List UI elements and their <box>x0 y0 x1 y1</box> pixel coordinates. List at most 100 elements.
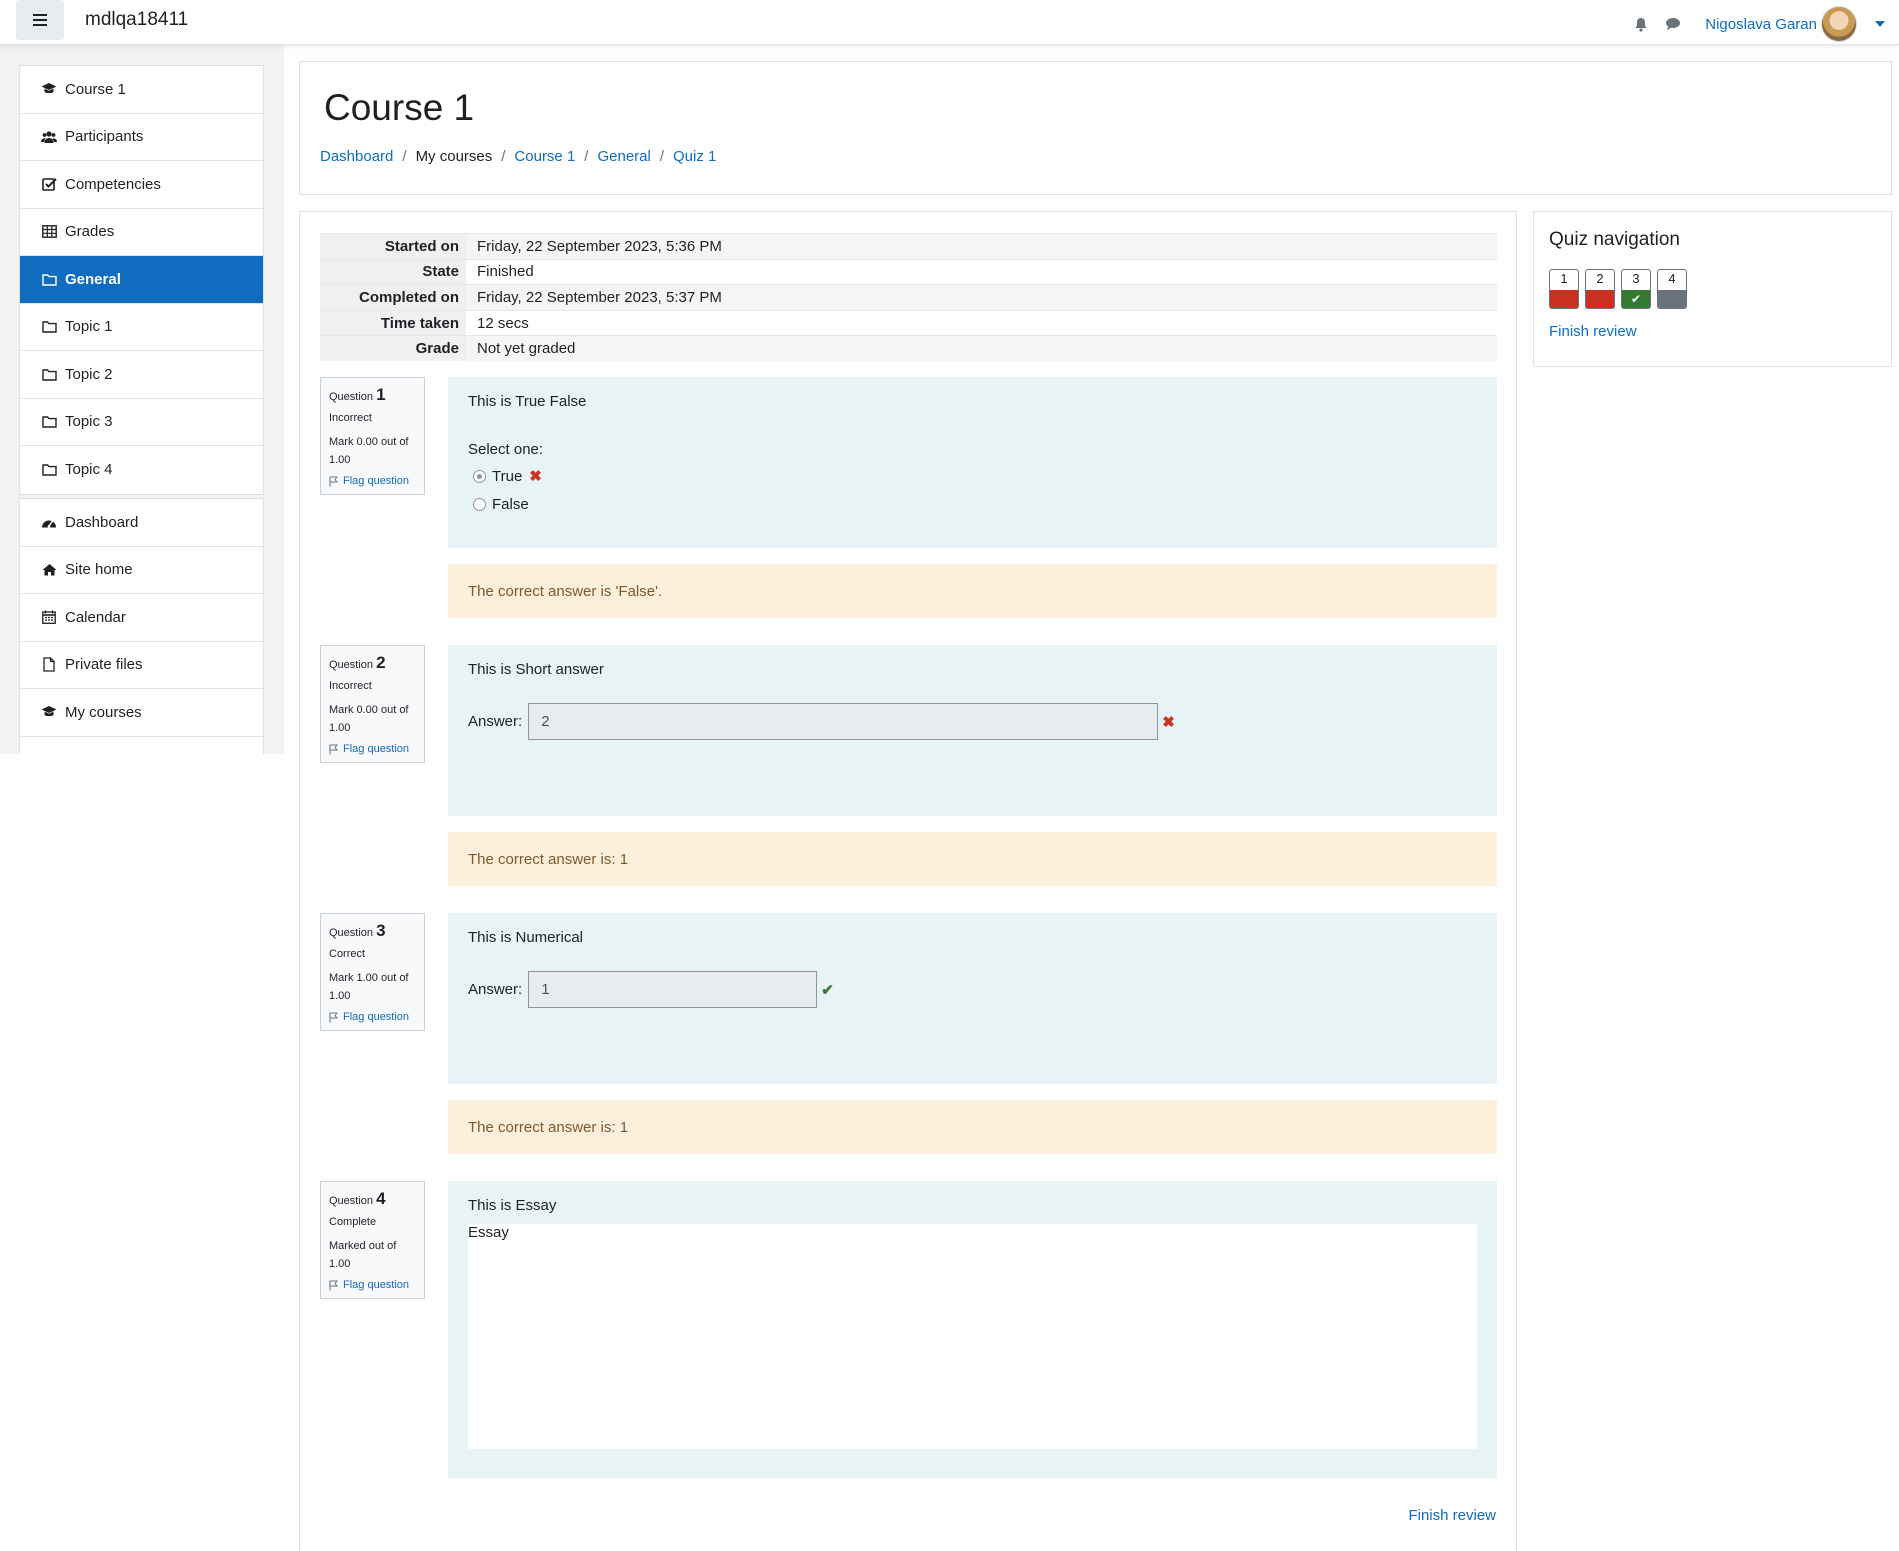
summary-label: Completed on <box>320 284 466 311</box>
incorrect-status-bar <box>1586 290 1614 308</box>
flag-question-link[interactable]: Flag question <box>329 475 416 487</box>
breadcrumb-section[interactable]: General <box>597 148 650 165</box>
chevron-down-icon[interactable] <box>1875 21 1885 27</box>
flag-question-link[interactable]: Flag question <box>329 1011 416 1023</box>
nav-item-grades[interactable]: Grades <box>20 209 263 256</box>
quiz-nav-button-1[interactable]: 1 <box>1549 269 1579 309</box>
quiz-navigation-buttons: 1 2 3 ✔ 4 <box>1549 269 1693 309</box>
radio-true[interactable] <box>473 469 486 483</box>
nav-item-general[interactable]: General <box>20 256 263 304</box>
answer-row: Answer: 2 ✖ <box>468 703 1477 740</box>
quiz-nav-button-2[interactable]: 2 <box>1585 269 1615 309</box>
nav-item-label: Participants <box>65 128 144 146</box>
nav-item-topic-1[interactable]: Topic 1 <box>20 304 263 351</box>
nav-item-topic-4[interactable]: Topic 4 <box>20 446 263 494</box>
nav-item-label: General <box>65 270 121 288</box>
question-formulation-1: This is True False Select one: True ✖ Fa… <box>448 377 1497 548</box>
nav-item-label: Topic 2 <box>65 365 113 383</box>
incorrect-status-bar <box>1550 290 1578 308</box>
question-text: This is Numerical <box>468 929 584 946</box>
option-label: True <box>492 467 523 485</box>
question-number: Question 3 <box>329 921 386 940</box>
radio-false[interactable] <box>473 498 486 511</box>
attempt-summary-table: Started on Friday, 22 September 2023, 5:3… <box>320 233 1497 362</box>
bell-icon[interactable] <box>1633 16 1649 32</box>
summary-label: State <box>320 258 466 285</box>
quiz-review-region: Started on Friday, 22 September 2023, 5:3… <box>299 211 1517 1551</box>
graduation-cap-icon <box>41 704 57 720</box>
file-icon <box>41 657 57 673</box>
checkbox-icon <box>41 176 57 192</box>
user-name-link[interactable]: Nigoslava Garan <box>1705 16 1817 33</box>
site-name[interactable]: mdlqa18411 <box>85 9 188 31</box>
nav-item-site-home[interactable]: Site home <box>20 547 263 594</box>
nav-item-topic-3[interactable]: Topic 3 <box>20 399 263 446</box>
incorrect-icon: ✖ <box>529 468 542 485</box>
question-info-4: Question 4 Complete Marked out of 1.00 F… <box>320 1181 425 1299</box>
nav-item-label: Calendar <box>65 608 126 626</box>
nav-item-private-files[interactable]: Private files <box>20 642 263 689</box>
question-text: This is Essay <box>468 1197 557 1214</box>
summary-label: Started on <box>320 233 466 260</box>
nav-item-topic-2[interactable]: Topic 2 <box>20 351 263 399</box>
finish-review-link[interactable]: Finish review <box>1408 1507 1496 1524</box>
answer-option-false[interactable]: False <box>468 496 1477 513</box>
quiz-nav-button-4[interactable]: 4 <box>1657 269 1687 309</box>
question-number: Question 4 <box>329 1189 386 1208</box>
answer-label: Answer: <box>468 981 523 998</box>
nav-item-label: Grades <box>65 223 115 241</box>
question-grade: Mark 0.00 out of 1.00 <box>329 436 409 466</box>
quiz-nav-button-3[interactable]: 3 ✔ <box>1621 269 1651 309</box>
nav-item-participants[interactable]: Participants <box>20 114 263 161</box>
top-navbar: mdlqa18411 Nigoslava Garan <box>0 0 1899 45</box>
flag-question-link[interactable]: Flag question <box>329 743 416 755</box>
finish-review-link[interactable]: Finish review <box>1549 323 1637 340</box>
nav-item-my-courses[interactable]: My courses <box>20 689 263 737</box>
summary-value: Not yet graded <box>466 335 1497 362</box>
flag-icon <box>329 1012 339 1023</box>
answer-row: Answer: 1 ✔ <box>468 971 1477 1008</box>
nav-drawer: Course 1 Participants Competencies Grade… <box>0 45 284 754</box>
breadcrumb-separator: / <box>402 148 407 165</box>
breadcrumb-course[interactable]: Course 1 <box>514 148 575 165</box>
drawer-toggle-button[interactable] <box>16 0 64 40</box>
question-grade: Mark 1.00 out of 1.00 <box>329 972 409 1002</box>
breadcrumb-separator: / <box>584 148 589 165</box>
question-formulation-4: This is Essay Essay <box>448 1181 1497 1478</box>
question-formulation-3: This is Numerical Answer: 1 ✔ <box>448 913 1497 1084</box>
question-info-1: Question 1 Incorrect Mark 0.00 out of 1.… <box>320 377 425 495</box>
site-nav-group: Dashboard Site home Calendar Private fil… <box>19 498 264 754</box>
quiz-navigation-block: Quiz navigation 1 2 3 ✔ 4 Finish review <box>1533 211 1892 367</box>
folder-icon <box>41 414 57 430</box>
users-icon <box>41 129 57 145</box>
essay-response[interactable]: Essay <box>468 1224 1477 1449</box>
nav-item-more-truncated[interactable] <box>20 737 263 755</box>
breadcrumb-dashboard[interactable]: Dashboard <box>320 148 393 165</box>
table-row: Time taken 12 secs <box>320 309 1497 336</box>
nav-item-competencies[interactable]: Competencies <box>20 161 263 209</box>
folder-icon <box>41 462 57 478</box>
nav-item-dashboard[interactable]: Dashboard <box>20 499 263 547</box>
quiz-nav-number: 2 <box>1596 271 1604 286</box>
nav-item-label: Competencies <box>65 175 161 193</box>
avatar[interactable] <box>1821 6 1857 42</box>
folder-icon <box>41 271 57 287</box>
table-row: Grade Not yet graded <box>320 335 1497 362</box>
select-prompt: Select one: <box>468 441 544 458</box>
answer-input[interactable]: 1 <box>528 971 818 1008</box>
nav-item-course-1[interactable]: Course 1 <box>20 66 263 114</box>
chat-bubble-icon[interactable] <box>1665 16 1681 32</box>
nav-item-label: Private files <box>65 656 143 674</box>
quiz-navigation-title: Quiz navigation <box>1549 229 1680 250</box>
breadcrumb-quiz[interactable]: Quiz 1 <box>673 148 716 165</box>
nav-item-calendar[interactable]: Calendar <box>20 594 263 642</box>
answer-input[interactable]: 2 <box>528 703 1159 740</box>
answer-option-true[interactable]: True ✖ <box>468 467 1477 485</box>
correct-check-icon: ✔ <box>821 981 834 999</box>
breadcrumb-my-courses: My courses <box>415 148 493 165</box>
question-info-2: Question 2 Incorrect Mark 0.00 out of 1.… <box>320 645 425 763</box>
flag-icon <box>329 1280 339 1291</box>
flag-question-link[interactable]: Flag question <box>329 1279 416 1291</box>
breadcrumb-separator: / <box>659 148 665 165</box>
question-text: This is True False <box>468 393 587 410</box>
